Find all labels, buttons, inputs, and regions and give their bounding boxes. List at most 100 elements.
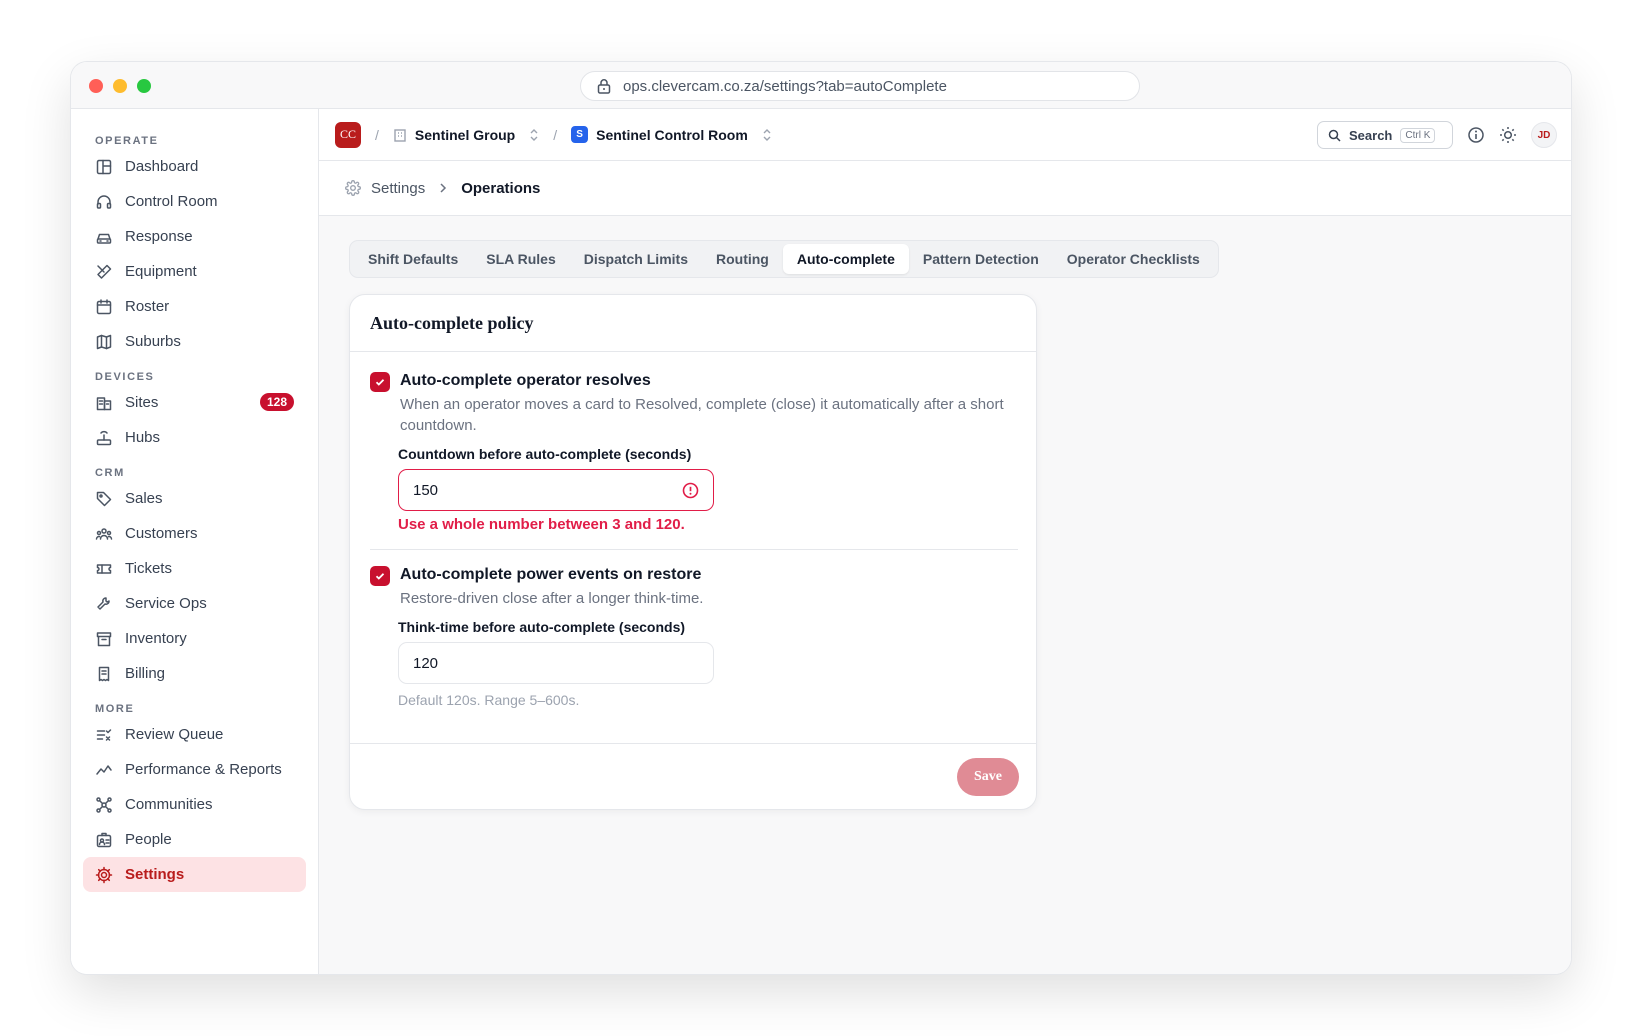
sidebar-item-label: Sites: [125, 394, 159, 411]
window-controls: [89, 79, 151, 93]
sidebar-item-label: Control Room: [125, 193, 218, 210]
sidebar-item-billing[interactable]: Billing: [83, 656, 306, 691]
sidebar-item-response[interactable]: Response: [83, 219, 306, 254]
sidebar-item-customers[interactable]: Customers: [83, 516, 306, 551]
settings-tabs: Shift Defaults SLA Rules Dispatch Limits Ro…: [349, 240, 1219, 278]
sidebar-item-suburbs[interactable]: Suburbs: [83, 324, 306, 359]
save-button[interactable]: Save: [957, 758, 1019, 796]
sidebar-item-people[interactable]: People: [83, 822, 306, 857]
top-bar: CC / Sentinel Group / S Sentinel Control…: [319, 109, 1571, 161]
dashboard-icon: [96, 159, 112, 174]
sidebar-item-label: Customers: [125, 525, 198, 542]
close-window-button[interactable]: [89, 79, 103, 93]
sidebar-section-title: DEVICES: [95, 371, 155, 383]
tag-icon: [96, 491, 112, 506]
room-name: Sentinel Control Room: [596, 126, 748, 143]
sidebar-item-label: Service Ops: [125, 595, 207, 612]
sidebar-item-review-queue[interactable]: Review Queue: [83, 717, 306, 752]
building-icon: [394, 128, 406, 142]
tab-pattern-detection[interactable]: Pattern Detection: [909, 244, 1053, 274]
sidebar: OPERATE Dashboard Control Room Response Equi…: [71, 109, 319, 974]
sidebar-item-equipment[interactable]: Equipment: [83, 254, 306, 289]
tab-dispatch-limits[interactable]: Dispatch Limits: [570, 244, 702, 274]
operator-resolves-label: Auto-complete operator resolves: [400, 372, 651, 389]
url-text: ops.clevercam.co.za/settings?tab=autoCom…: [623, 77, 947, 95]
chevron-up-down-icon: [530, 128, 538, 141]
map-icon: [96, 334, 112, 349]
org-switcher[interactable]: Sentinel Group: [393, 127, 539, 143]
minimize-window-button[interactable]: [113, 79, 127, 93]
lock-icon: [597, 79, 611, 94]
sidebar-item-label: Billing: [125, 665, 166, 682]
ticket-icon: [96, 563, 112, 574]
alert-circle-icon: [682, 482, 699, 499]
user-avatar[interactable]: JD: [1531, 122, 1557, 148]
sidebar-item-inventory[interactable]: Inventory: [83, 621, 306, 656]
sidebar-item-label: Hubs: [125, 429, 161, 446]
power-events-checkbox[interactable]: [370, 566, 390, 586]
tab-auto-complete[interactable]: Auto-complete: [782, 244, 909, 274]
gear-icon: [345, 180, 361, 196]
operator-resolves-description: When an operator moves a card to Resolve…: [400, 396, 1004, 434]
auto-complete-policy-card: Auto-complete policy Auto-complete opera…: [349, 294, 1037, 810]
think-time-input[interactable]: 120: [398, 642, 714, 684]
sidebar-item-settings[interactable]: Settings: [83, 857, 306, 892]
power-events-label: Auto-complete power events on restore: [400, 566, 702, 583]
sidebar-section-title: OPERATE: [95, 135, 159, 147]
sidebar-item-control-room[interactable]: Control Room: [83, 184, 306, 219]
card-title: Auto-complete policy: [350, 295, 1036, 352]
sidebar-item-sites[interactable]: Sites 128: [83, 385, 306, 420]
sidebar-item-performance-reports[interactable]: Performance & Reports: [83, 752, 306, 787]
tab-routing[interactable]: Routing: [702, 244, 783, 274]
page-title: Operations: [461, 179, 541, 197]
sun-icon[interactable]: [1499, 126, 1517, 144]
sidebar-item-label: Review Queue: [125, 726, 224, 743]
id-badge-icon: [96, 832, 112, 847]
check-icon: [375, 573, 385, 580]
countdown-field-label: Countdown before auto-complete (seconds): [398, 446, 692, 462]
sidebar-item-sales[interactable]: Sales: [83, 481, 306, 516]
sidebar-item-hubs[interactable]: Hubs: [83, 420, 306, 455]
search-button[interactable]: Search Ctrl K: [1317, 121, 1453, 149]
check-icon: [375, 379, 385, 386]
countdown-input[interactable]: 150: [398, 469, 714, 511]
sidebar-item-label: Settings: [125, 866, 185, 883]
tab-shift-defaults[interactable]: Shift Defaults: [354, 244, 472, 274]
router-icon: [96, 430, 112, 445]
maximize-window-button[interactable]: [137, 79, 151, 93]
sidebar-section-title: MORE: [95, 703, 135, 715]
card-footer: Save: [350, 743, 1036, 809]
org-name: Sentinel Group: [414, 126, 516, 143]
address-bar[interactable]: ops.clevercam.co.za/settings?tab=autoCom…: [580, 71, 1140, 101]
operator-resolves-checkbox[interactable]: [370, 372, 390, 392]
think-time-field-label: Think-time before auto-complete (seconds…: [398, 619, 686, 635]
breadcrumb-parent[interactable]: Settings: [371, 180, 425, 197]
tab-sla-rules[interactable]: SLA Rules: [472, 244, 570, 274]
sidebar-item-tickets[interactable]: Tickets: [83, 551, 306, 586]
countdown-value: 150: [413, 481, 439, 499]
building-icon: [96, 396, 112, 410]
sidebar-item-label: Response: [125, 228, 193, 245]
info-icon[interactable]: [1467, 126, 1485, 144]
wrench-icon: [97, 596, 110, 610]
sidebar-item-service-ops[interactable]: Service Ops: [83, 586, 306, 621]
sidebar-item-roster[interactable]: Roster: [83, 289, 306, 324]
sidebar-item-label: Inventory: [125, 630, 187, 647]
count-badge: 128: [259, 393, 294, 411]
search-icon: [1328, 129, 1341, 142]
users-icon: [95, 527, 113, 540]
trend-icon: [96, 764, 112, 775]
browser-titlebar: ops.clevercam.co.za/settings?tab=autoCom…: [71, 62, 1571, 109]
room-switcher[interactable]: S Sentinel Control Room: [571, 126, 772, 143]
sidebar-section-title: CRM: [95, 467, 125, 479]
sidebar-item-communities[interactable]: Communities: [83, 787, 306, 822]
car-icon: [96, 233, 112, 244]
countdown-error-message: Use a whole number between 3 and 120.: [398, 516, 685, 533]
app-logo[interactable]: CC: [335, 121, 361, 148]
gear-icon: [95, 866, 113, 883]
search-shortcut: Ctrl K: [1400, 127, 1436, 143]
sidebar-item-dashboard[interactable]: Dashboard: [83, 149, 306, 184]
tab-operator-checklists[interactable]: Operator Checklists: [1053, 244, 1214, 274]
main-content: CC / Sentinel Group / S Sentinel Control…: [319, 109, 1571, 974]
network-icon: [96, 796, 112, 813]
